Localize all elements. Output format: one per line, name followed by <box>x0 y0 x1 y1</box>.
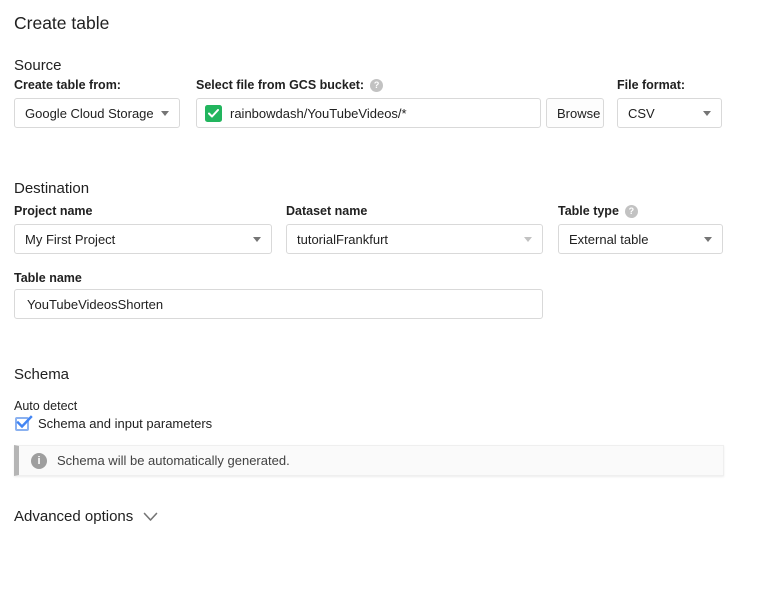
create-table-from-label: Create table from: <box>14 78 121 92</box>
table-name-input[interactable] <box>27 296 534 312</box>
table-type-select[interactable]: External table <box>558 224 723 254</box>
create-table-from-value: Google Cloud Storage <box>25 105 153 121</box>
file-format-select[interactable]: CSV <box>617 98 722 128</box>
chevron-down-icon <box>143 512 158 521</box>
gcs-bucket-label-text: Select file from GCS bucket: <box>196 78 365 92</box>
checkbox-check-icon <box>16 414 33 428</box>
dataset-name-label: Dataset name <box>286 204 368 218</box>
help-icon[interactable]: ? <box>370 78 384 92</box>
table-name-label: Table name <box>14 271 82 285</box>
advanced-options-label: Advanced options <box>14 508 134 525</box>
schema-info-banner: i Schema will be automatically generated… <box>14 445 724 476</box>
gcs-bucket-input[interactable] <box>230 105 532 121</box>
dataset-name-select[interactable]: tutorialFrankfurt <box>286 224 543 254</box>
auto-detect-checkbox-row: Schema and input parameters <box>15 414 212 431</box>
auto-detect-label: Auto detect <box>14 399 78 413</box>
help-icon[interactable]: ? <box>624 204 638 218</box>
advanced-options-toggle[interactable]: Advanced options <box>14 508 158 525</box>
table-type-label-text: Table type <box>558 204 619 218</box>
file-format-label: File format: <box>617 78 686 92</box>
auto-detect-checkbox-label[interactable]: Schema and input parameters <box>38 416 212 431</box>
table-name-input-wrapper <box>14 289 543 319</box>
table-type-label: Table type ? <box>558 204 638 218</box>
schema-section-heading: Schema <box>14 366 70 383</box>
file-format-value: CSV <box>628 105 655 121</box>
table-type-value: External table <box>569 231 649 247</box>
info-icon: i <box>31 452 47 469</box>
caret-down-icon <box>253 236 261 242</box>
caret-down-icon <box>704 236 712 242</box>
source-section-heading: Source <box>14 57 62 74</box>
page-title: Create table <box>14 13 110 33</box>
browse-button[interactable]: Browse <box>546 98 604 128</box>
destination-section-heading: Destination <box>14 180 90 197</box>
valid-check-icon <box>205 104 222 122</box>
schema-info-text: Schema will be automatically generated. <box>57 453 290 468</box>
dataset-name-value: tutorialFrankfurt <box>297 231 389 247</box>
project-name-label: Project name <box>14 204 93 218</box>
caret-down-icon <box>703 110 711 116</box>
project-name-value: My First Project <box>25 231 116 247</box>
caret-down-icon <box>161 110 169 116</box>
gcs-bucket-label: Select file from GCS bucket: ? <box>196 78 384 92</box>
create-table-from-select[interactable]: Google Cloud Storage <box>14 98 180 128</box>
auto-detect-checkbox[interactable] <box>15 414 33 431</box>
create-table-page: Create table Source Create table from: S… <box>0 0 770 594</box>
caret-down-icon <box>524 236 532 242</box>
project-name-select[interactable]: My First Project <box>14 224 272 254</box>
gcs-bucket-input-wrapper <box>196 98 541 128</box>
